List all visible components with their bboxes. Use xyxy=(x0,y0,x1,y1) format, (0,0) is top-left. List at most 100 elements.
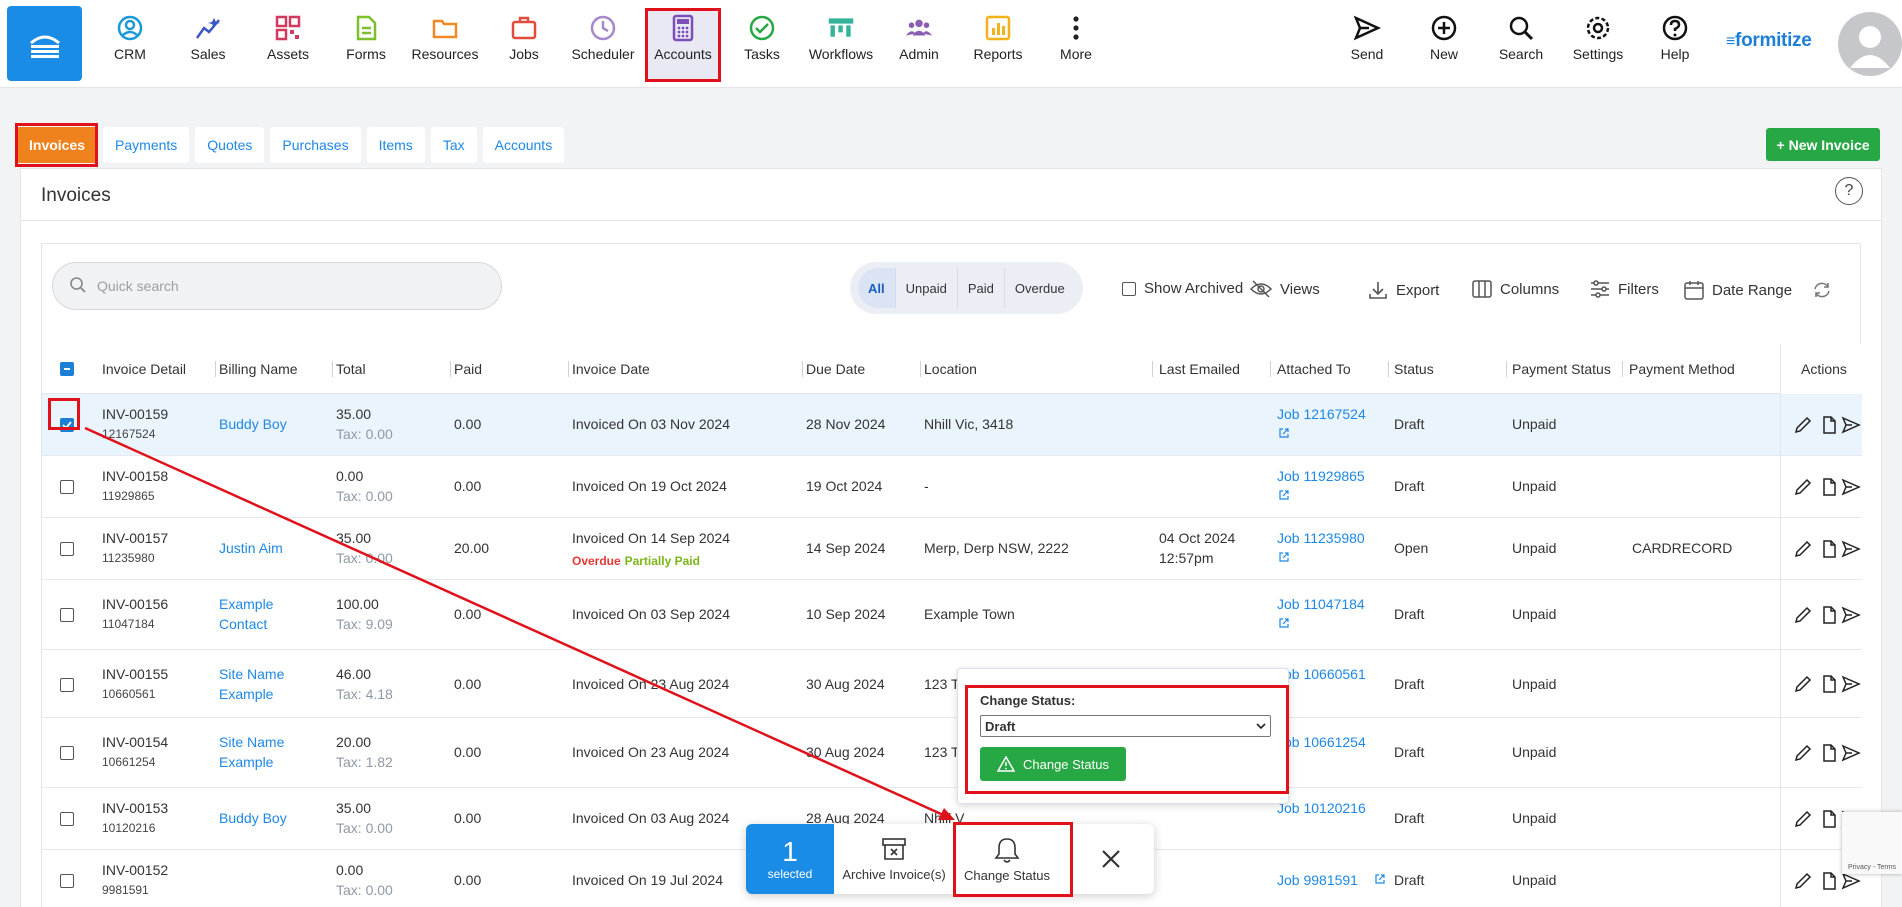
col-payment-method[interactable]: Payment Method xyxy=(1629,361,1735,377)
nav-forms[interactable]: Forms xyxy=(328,14,404,74)
attached-to-link[interactable]: Job 10661254 xyxy=(1277,734,1366,750)
status-select[interactable]: Draft xyxy=(980,715,1271,737)
row-checkbox[interactable] xyxy=(60,542,74,556)
send-icon[interactable] xyxy=(1841,415,1861,435)
external-link-icon[interactable] xyxy=(1278,426,1290,442)
col-invoice-date[interactable]: Invoice Date xyxy=(572,361,650,377)
nav-help[interactable]: Help xyxy=(1637,14,1713,74)
invoice-number[interactable]: INV-00155 xyxy=(102,666,168,682)
change-status-action[interactable]: Change Status xyxy=(954,824,1060,894)
billing-name-link[interactable]: Site Name xyxy=(219,734,284,750)
tab-purchases[interactable]: Purchases xyxy=(270,127,361,163)
export-button[interactable]: Export xyxy=(1368,280,1439,300)
billing-name-link[interactable]: Example xyxy=(219,596,273,612)
attached-to-link[interactable]: Job 10660561 xyxy=(1277,666,1366,682)
nav-workflows[interactable]: Workflows xyxy=(803,14,879,74)
send-icon[interactable] xyxy=(1841,605,1861,625)
filter-paid[interactable]: Paid xyxy=(958,268,1005,308)
billing-name-link[interactable]: Buddy Boy xyxy=(219,416,287,432)
send-icon[interactable] xyxy=(1841,477,1861,497)
document-icon[interactable] xyxy=(1819,809,1839,829)
nav-admin[interactable]: Admin xyxy=(881,14,957,74)
table-row[interactable]: INV-00154 10661254 Site Name Example 20.… xyxy=(42,718,1862,788)
show-archived-toggle[interactable]: Show Archived xyxy=(1122,280,1243,297)
close-bar-button[interactable] xyxy=(1076,824,1146,894)
col-status[interactable]: Status xyxy=(1394,361,1434,377)
invoice-number[interactable]: INV-00158 xyxy=(102,468,168,484)
billing-name-link-2[interactable]: Example xyxy=(219,754,273,770)
billing-name-link[interactable]: Site Name xyxy=(219,666,284,682)
refresh-button[interactable] xyxy=(1812,280,1840,300)
billing-name-link-2[interactable]: Example xyxy=(219,686,273,702)
invoice-number[interactable]: INV-00153 xyxy=(102,800,168,816)
date-range-button[interactable]: Date Range xyxy=(1684,280,1792,300)
filters-button[interactable]: Filters xyxy=(1590,280,1659,298)
tab-quotes[interactable]: Quotes xyxy=(195,127,265,163)
col-last-emailed[interactable]: Last Emailed xyxy=(1159,361,1240,377)
table-row[interactable]: INV-00159 12167524 Buddy Boy 35.00 Tax: … xyxy=(42,394,1862,456)
nav-tasks[interactable]: Tasks xyxy=(724,14,800,74)
nav-resources[interactable]: Resources xyxy=(407,14,483,74)
external-link-icon[interactable] xyxy=(1278,616,1290,632)
nav-reports[interactable]: Reports xyxy=(960,14,1036,74)
table-row[interactable]: INV-00157 11235980 Justin Aim 35.00 Tax:… xyxy=(42,518,1862,580)
app-logo[interactable] xyxy=(7,6,82,81)
nav-accounts[interactable]: Accounts xyxy=(645,8,721,82)
filter-unpaid[interactable]: Unpaid xyxy=(896,268,958,308)
row-checkbox[interactable] xyxy=(60,746,74,760)
external-link-icon[interactable] xyxy=(1278,550,1290,566)
nav-new[interactable]: New xyxy=(1406,14,1482,74)
new-invoice-button[interactable]: + New Invoice xyxy=(1766,128,1880,161)
col-location[interactable]: Location xyxy=(924,361,977,377)
table-row[interactable]: INV-00158 11929865 0.00 Tax: 0.00 0.00 I… xyxy=(42,456,1862,518)
row-checkbox[interactable] xyxy=(60,812,74,826)
col-payment-status[interactable]: Payment Status xyxy=(1512,361,1611,377)
edit-icon[interactable] xyxy=(1793,809,1813,829)
invoice-number[interactable]: INV-00152 xyxy=(102,862,168,878)
col-invoice-detail[interactable]: Invoice Detail xyxy=(102,361,186,377)
tab-items[interactable]: Items xyxy=(366,127,425,163)
document-icon[interactable] xyxy=(1819,477,1839,497)
nav-jobs[interactable]: Jobs xyxy=(486,14,562,74)
attached-to-link[interactable]: Job 11929865 xyxy=(1277,468,1365,484)
billing-name-link[interactable]: Justin Aim xyxy=(219,540,283,556)
edit-icon[interactable] xyxy=(1793,477,1813,497)
filter-overdue[interactable]: Overdue xyxy=(1005,268,1075,308)
row-checkbox[interactable] xyxy=(60,418,74,432)
row-checkbox[interactable] xyxy=(60,480,74,494)
recaptcha-badge[interactable]: Privacy - Terms xyxy=(1842,812,1902,874)
tab-accounts[interactable]: Accounts xyxy=(482,127,565,163)
attached-to-link[interactable]: Job 11235980 xyxy=(1277,530,1365,546)
col-billing-name[interactable]: Billing Name xyxy=(219,361,298,377)
edit-icon[interactable] xyxy=(1793,743,1813,763)
invoice-number[interactable]: INV-00156 xyxy=(102,596,168,612)
row-checkbox[interactable] xyxy=(60,608,74,622)
attached-to-link[interactable]: Job 9981591 xyxy=(1277,872,1358,888)
external-link-icon[interactable] xyxy=(1374,872,1386,888)
change-status-button[interactable]: Change Status xyxy=(980,747,1126,781)
table-row[interactable]: INV-00155 10660561 Site Name Example 46.… xyxy=(42,650,1862,718)
nav-send[interactable]: Send xyxy=(1329,14,1405,74)
help-icon[interactable]: ? xyxy=(1835,177,1863,205)
nav-sales[interactable]: Sales xyxy=(170,14,246,74)
row-checkbox[interactable] xyxy=(60,874,74,888)
edit-icon[interactable] xyxy=(1793,539,1813,559)
col-attached-to[interactable]: Attached To xyxy=(1277,361,1351,377)
document-icon[interactable] xyxy=(1819,871,1839,891)
tab-payments[interactable]: Payments xyxy=(103,127,190,163)
attached-to-link[interactable]: Job 11047184 xyxy=(1277,596,1365,612)
avatar[interactable] xyxy=(1838,12,1902,76)
nav-more[interactable]: More xyxy=(1038,14,1114,74)
nav-crm[interactable]: CRM xyxy=(92,14,168,74)
views-button[interactable]: Views xyxy=(1250,280,1320,298)
billing-name-link-2[interactable]: Contact xyxy=(219,616,267,632)
col-paid[interactable]: Paid xyxy=(454,361,482,377)
columns-button[interactable]: Columns xyxy=(1472,280,1559,298)
invoice-number[interactable]: INV-00157 xyxy=(102,530,168,546)
attached-to-link[interactable]: Job 10120216 xyxy=(1277,800,1366,816)
archive-invoices-button[interactable]: Archive Invoice(s) xyxy=(838,824,950,894)
edit-icon[interactable] xyxy=(1793,674,1813,694)
document-icon[interactable] xyxy=(1819,605,1839,625)
tab-tax[interactable]: Tax xyxy=(430,127,477,163)
edit-icon[interactable] xyxy=(1793,415,1813,435)
